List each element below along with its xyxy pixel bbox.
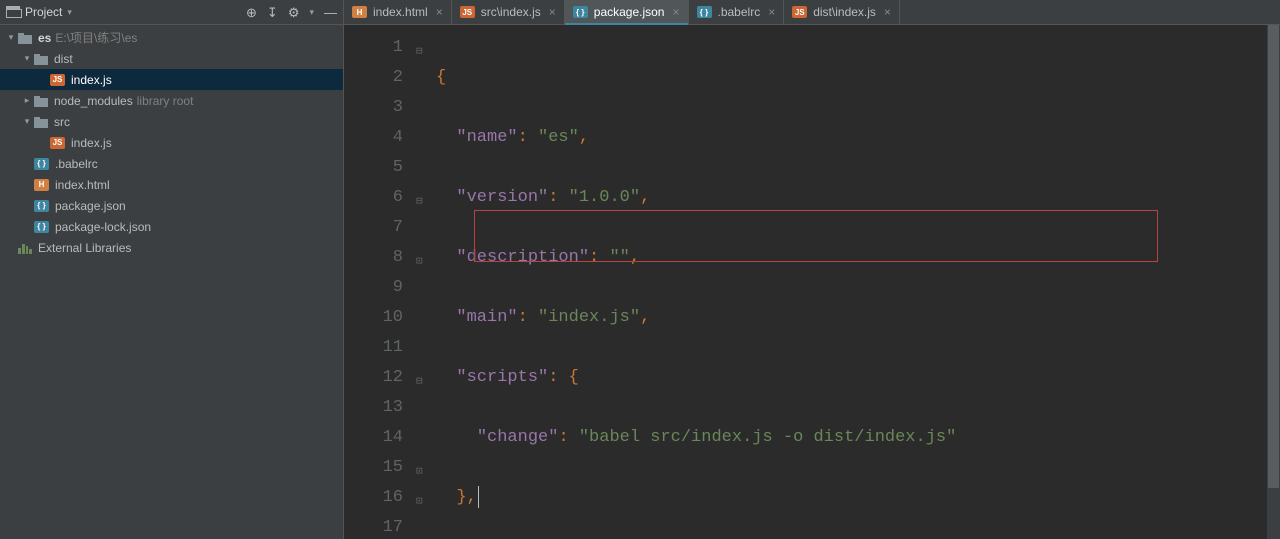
tab-src-index-js[interactable]: JS src\index.js × — [452, 0, 565, 24]
chevron-down-icon[interactable]: ▾ — [4, 32, 18, 43]
tree-node-modules[interactable]: ▸ node_modules library root — [0, 90, 343, 111]
json-key-description: "description" — [456, 248, 589, 267]
tree-package-lock[interactable]: ▾ { } package-lock.json — [0, 216, 343, 237]
js-file-icon: JS — [792, 6, 807, 18]
tree-dist[interactable]: ▾ dist — [0, 48, 343, 69]
json-file-icon: { } — [34, 200, 49, 212]
tab-label: dist\index.js — [813, 5, 876, 19]
json-val-description: "" — [609, 248, 629, 267]
tab-babelrc[interactable]: { } .babelrc × — [689, 0, 785, 24]
html-file-icon: H — [34, 179, 49, 191]
tree-babelrc[interactable]: ▾ { } .babelrc — [0, 153, 343, 174]
tree-label: .babelrc — [55, 157, 98, 171]
json-key-version: "version" — [456, 188, 548, 207]
folder-icon — [34, 53, 48, 65]
vertical-scrollbar[interactable] — [1267, 25, 1280, 539]
tree-label: index.html — [55, 178, 110, 192]
tab-label: package.json — [594, 5, 665, 19]
json-val-change: "babel src/index.js -o dist/index.js" — [579, 428, 956, 447]
json-val-main: "index.js" — [538, 308, 640, 327]
js-file-icon: JS — [50, 137, 65, 149]
tree-root-es[interactable]: ▾ es E:\项目\练习\es — [0, 27, 343, 48]
fold-open-icon[interactable]: ⊟ — [416, 367, 426, 377]
js-file-icon: JS — [50, 74, 65, 86]
json-key-scripts: "scripts" — [456, 368, 548, 387]
tab-label: index.html — [373, 5, 428, 19]
tree-root-name: es — [38, 31, 51, 45]
fold-open-icon[interactable]: ⊟ — [416, 37, 426, 47]
tab-dist-index-js[interactable]: JS dist\index.js × — [784, 0, 900, 24]
json-file-icon: { } — [573, 6, 588, 18]
locate-icon[interactable]: ⊕ — [246, 6, 257, 19]
json-file-icon: { } — [34, 158, 49, 170]
tree-label: package-lock.json — [55, 220, 151, 234]
panel-dropdown-icon[interactable]: ▾ — [67, 7, 72, 18]
json-key-change: "change" — [477, 428, 559, 447]
panel-title: Project — [25, 5, 62, 19]
tree-root-path: E:\项目\练习\es — [55, 31, 137, 45]
close-icon[interactable]: × — [549, 5, 556, 19]
json-key-name: "name" — [456, 128, 517, 147]
tree-label: src — [54, 115, 70, 129]
js-file-icon: JS — [460, 6, 475, 18]
tree-label: dist — [54, 52, 73, 66]
folder-icon — [34, 116, 48, 128]
fold-open-icon[interactable]: ⊟ — [416, 187, 426, 197]
chevron-right-icon[interactable]: ▸ — [20, 95, 34, 106]
json-file-icon: { } — [697, 6, 712, 18]
line-gutter: 1234 5678 9101112 13141516 17 — [344, 25, 414, 539]
json-val-name: "es" — [538, 128, 579, 147]
chevron-down-icon[interactable]: ▾ — [20, 116, 34, 127]
close-icon[interactable]: × — [768, 5, 775, 19]
code-area[interactable]: { "name": "es", "version": "1.0.0", "des… — [432, 25, 1280, 539]
folder-icon — [18, 32, 32, 44]
html-file-icon: H — [352, 6, 367, 18]
settings-icon[interactable]: ⚙ — [288, 6, 300, 19]
tree-label: index.js — [71, 136, 112, 150]
tab-label: .babelrc — [718, 5, 761, 19]
tree-label: External Libraries — [38, 241, 131, 255]
chevron-down-icon[interactable]: ▾ — [20, 53, 34, 64]
library-icon — [18, 242, 32, 254]
settings-dropdown-icon[interactable]: ▾ — [309, 7, 314, 18]
fold-close-icon[interactable]: ⊡ — [416, 247, 426, 257]
fold-close-icon[interactable]: ⊡ — [416, 457, 426, 467]
tree-src[interactable]: ▾ src — [0, 111, 343, 132]
tree-label: node_modules — [54, 94, 133, 108]
tree-dist-index-js[interactable]: ▾ JS index.js — [0, 69, 343, 90]
project-panel-header: Project ▾ ⊕ ↧ ⚙ ▾ — — [0, 0, 344, 25]
collapse-icon[interactable]: ↧ — [267, 6, 278, 19]
json-file-icon: { } — [34, 221, 49, 233]
code-editor[interactable]: 1234 5678 9101112 13141516 17 ⊟ ⊟ ⊡ ⊟ ⊡ … — [344, 25, 1280, 539]
tree-label: package.json — [55, 199, 126, 213]
tree-index-html[interactable]: ▾ H index.html — [0, 174, 343, 195]
panel-icon — [6, 6, 20, 18]
json-key-main: "main" — [456, 308, 517, 327]
tree-src-index-js[interactable]: ▾ JS index.js — [0, 132, 343, 153]
tree-hint: library root — [137, 94, 194, 108]
tree-label: index.js — [71, 73, 112, 87]
fold-gutter: ⊟ ⊟ ⊡ ⊟ ⊡ ⊡ — [414, 25, 432, 539]
hide-panel-icon[interactable]: — — [324, 6, 337, 19]
close-icon[interactable]: × — [884, 5, 891, 19]
tab-package-json[interactable]: { } package.json × — [565, 0, 689, 24]
fold-close-icon[interactable]: ⊡ — [416, 487, 426, 497]
json-val-version: "1.0.0" — [569, 188, 640, 207]
tree-external-libraries[interactable]: ▾ External Libraries — [0, 237, 343, 258]
close-icon[interactable]: × — [436, 5, 443, 19]
close-icon[interactable]: × — [672, 5, 679, 19]
project-tree[interactable]: ▾ es E:\项目\练习\es ▾ dist ▾ JS index.js ▸ n… — [0, 25, 344, 539]
text-caret — [478, 486, 479, 508]
editor-tabs: H index.html × JS src\index.js × { } pac… — [344, 0, 1280, 25]
scrollbar-thumb[interactable] — [1268, 25, 1279, 488]
tab-label: src\index.js — [481, 5, 541, 19]
tab-index-html[interactable]: H index.html × — [344, 0, 452, 24]
folder-icon — [34, 95, 48, 107]
tree-package-json[interactable]: ▾ { } package.json — [0, 195, 343, 216]
